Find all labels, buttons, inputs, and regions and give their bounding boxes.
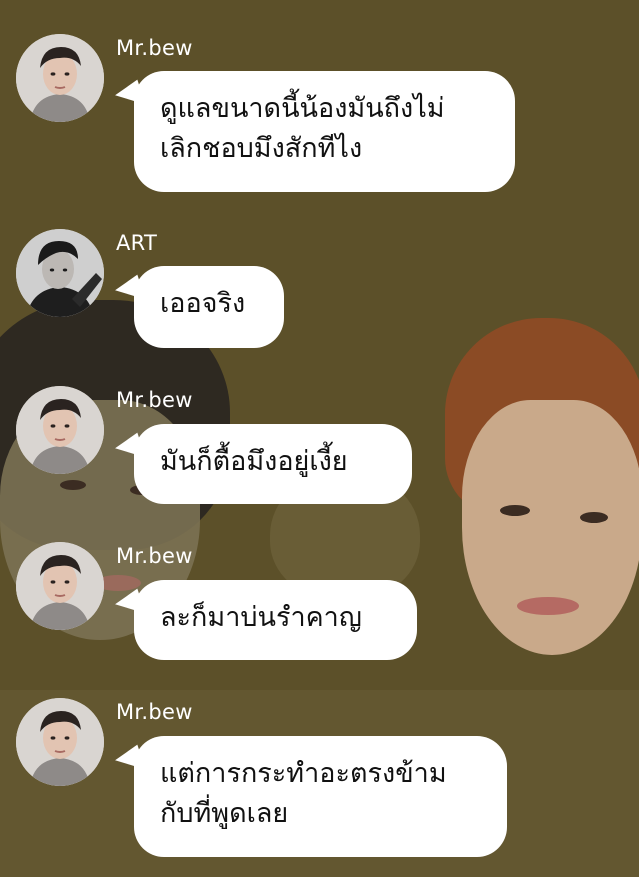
background-eye xyxy=(500,505,530,516)
user-avatar-icon[interactable] xyxy=(16,34,104,122)
background-photo-right-face xyxy=(462,400,639,655)
message-bubble[interactable]: ละก็มาบ่นรำคาญ xyxy=(112,580,417,660)
message-text: เลิกชอบมึงสักทีไง xyxy=(160,133,363,164)
message-text: เออจริง xyxy=(160,288,246,319)
user-avatar-icon[interactable] xyxy=(16,542,104,630)
user-avatar-icon[interactable] xyxy=(16,229,104,317)
message-bubble[interactable]: มันก็ตื้อมึงอยู่เงี้ย xyxy=(112,424,412,504)
message-bubble[interactable]: แต่การกระทำอะตรงข้าม กับที่พูดเลย xyxy=(112,736,507,857)
message-text: แต่การกระทำอะตรงข้าม xyxy=(160,758,447,789)
message-text: ละก็มาบ่นรำคาญ xyxy=(160,602,362,633)
background-eye xyxy=(580,512,608,523)
user-avatar-icon[interactable] xyxy=(16,698,104,786)
sender-name: Mr.bew xyxy=(116,388,193,412)
message-bubble[interactable]: ดูแลขนาดนี้น้องมันถึงไม่ เลิกชอบมึงสักที… xyxy=(112,71,515,192)
sender-name: Mr.bew xyxy=(116,544,193,568)
message-text: มันก็ตื้อมึงอยู่เงี้ย xyxy=(160,446,348,477)
message-text: กับที่พูดเลย xyxy=(160,798,289,829)
sender-name: ART xyxy=(116,231,158,255)
sender-name: Mr.bew xyxy=(116,36,193,60)
message-bubble[interactable]: เออจริง xyxy=(112,266,284,348)
message-text: ดูแลขนาดนี้น้องมันถึงไม่ xyxy=(160,93,445,124)
user-avatar-icon[interactable] xyxy=(16,386,104,474)
background-mouth xyxy=(517,597,579,615)
background-eye xyxy=(60,480,86,490)
sender-name: Mr.bew xyxy=(116,700,193,724)
